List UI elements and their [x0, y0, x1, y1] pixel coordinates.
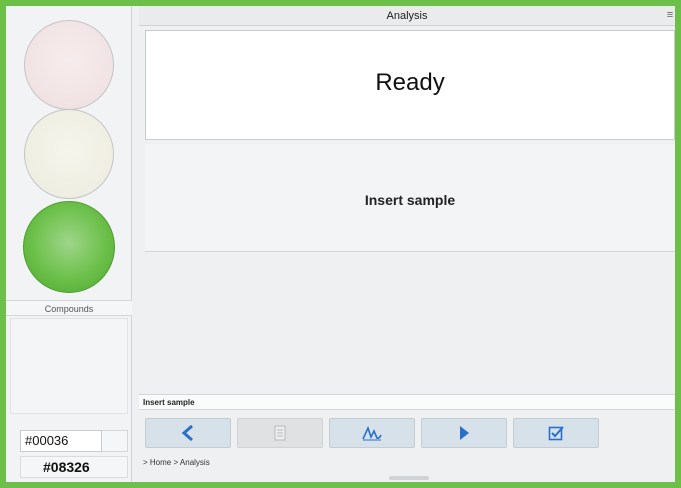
back-button[interactable]	[145, 418, 231, 448]
info-bar: Insert sample	[139, 394, 675, 410]
app-frame: Compounds #00036 #08326 Analysis ≡ Ready…	[6, 6, 675, 482]
next-button[interactable]	[421, 418, 507, 448]
content-area	[145, 256, 675, 388]
sample-code-extension	[102, 430, 128, 452]
green-status-light	[23, 201, 115, 293]
document-icon	[274, 425, 286, 441]
scroll-handle[interactable]	[389, 476, 429, 480]
sample-code-field[interactable]: #00036	[20, 430, 102, 452]
sidebar: Compounds #00036 #08326	[6, 6, 132, 482]
confirm-button[interactable]	[513, 418, 599, 448]
toolbar	[139, 414, 675, 452]
window-title: Analysis	[386, 10, 428, 22]
checkbox-icon	[548, 426, 564, 441]
document-button[interactable]	[237, 418, 323, 448]
compounds-label: Compounds	[6, 300, 132, 316]
breadcrumb: > Home > Analysis	[143, 458, 210, 467]
chevron-left-icon	[181, 424, 193, 442]
instruction-text: Insert sample	[364, 192, 456, 208]
window-titlebar: Analysis ≡	[139, 6, 675, 26]
hamburger-icon[interactable]: ≡	[665, 9, 675, 21]
signature-icon	[362, 425, 382, 441]
main-panel: Analysis ≡ Ready Insert sample Insert sa…	[139, 6, 675, 482]
status-text: Ready	[375, 69, 445, 96]
status-panel: Ready	[145, 30, 675, 140]
sign-button[interactable]	[329, 418, 415, 448]
yellow-status-light	[24, 109, 114, 199]
batch-code-label: #08326	[20, 456, 128, 478]
red-status-light	[24, 20, 114, 110]
compounds-list[interactable]	[10, 318, 128, 414]
instruction-panel: Insert sample	[145, 144, 675, 252]
play-icon	[460, 426, 469, 440]
